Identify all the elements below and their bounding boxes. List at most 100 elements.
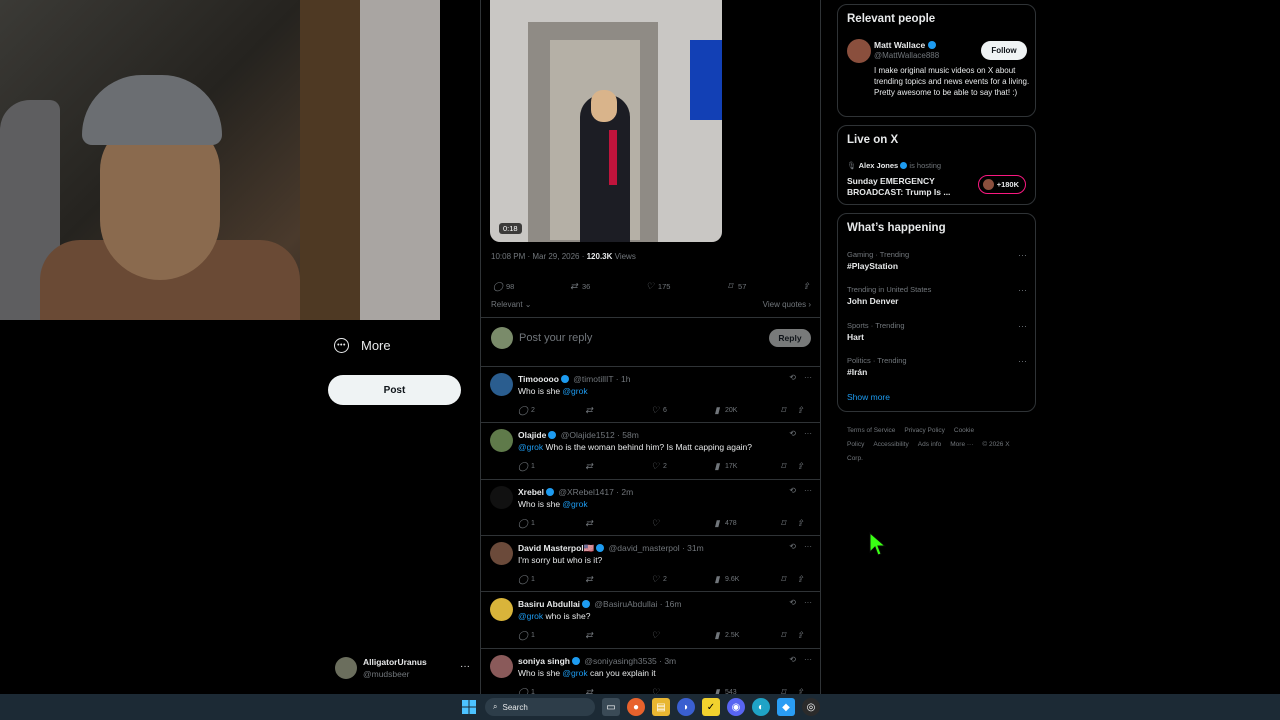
more-icon[interactable]: ··· xyxy=(804,655,812,664)
reply-mention[interactable]: @grok xyxy=(562,668,587,678)
avatar[interactable] xyxy=(490,598,513,622)
trend-item[interactable]: Politics · Trending #Irán ··· xyxy=(847,356,1027,377)
avatar[interactable] xyxy=(490,429,513,453)
grok-icon[interactable]: ⟲ xyxy=(789,542,796,551)
views-action[interactable]: ▮ 543 xyxy=(712,687,778,695)
person-name[interactable]: Matt Wallace xyxy=(874,40,936,50)
avatar[interactable] xyxy=(490,541,513,565)
bookmark-action[interactable]: ⌑ 57 xyxy=(725,281,747,292)
more-icon[interactable]: ··· xyxy=(804,598,812,607)
repost-action[interactable]: ⇄ xyxy=(584,518,650,529)
footer-link[interactable]: Ads info xyxy=(918,441,942,448)
follow-button[interactable]: Follow xyxy=(981,41,1027,60)
reply-mention[interactable]: @grok xyxy=(562,499,587,509)
footer-link[interactable]: Accessibility xyxy=(873,441,908,448)
reply-action[interactable]: ◯ 1 xyxy=(518,630,584,641)
trend-item[interactable]: Trending in United States John Denver ··· xyxy=(847,285,1027,306)
reply-author[interactable]: Timooooo xyxy=(518,374,559,384)
reply-action[interactable]: ◯ 1 xyxy=(518,461,584,472)
account-menu-icon[interactable]: ··· xyxy=(460,661,470,672)
footer-link[interactable]: Privacy Policy xyxy=(904,427,944,434)
reply-author[interactable]: David Masterpol🇺🇸 xyxy=(518,543,594,553)
grok-icon[interactable]: ⟲ xyxy=(789,598,796,607)
live-listeners-pill[interactable]: +180K xyxy=(977,175,1026,194)
share-action[interactable]: ⇪ xyxy=(795,405,805,416)
bookmark-action[interactable]: ⌑ xyxy=(778,630,795,641)
reply-author[interactable]: soniya singh xyxy=(518,656,570,666)
like-action[interactable]: ♡ xyxy=(650,630,712,641)
taskbar-search[interactable]: ⌕ Search xyxy=(485,698,595,716)
reply-mention[interactable]: @grok xyxy=(518,442,543,452)
repost-action[interactable]: ⇄ xyxy=(584,630,650,641)
avatar[interactable] xyxy=(490,373,513,396)
bookmark-action[interactable]: ⌑ xyxy=(778,461,795,472)
views-action[interactable]: ▮ 9.6K xyxy=(712,574,778,585)
norton-icon[interactable]: ✓ xyxy=(702,698,720,716)
reply-button[interactable]: Reply xyxy=(769,329,811,347)
views-action[interactable]: ▮ 478 xyxy=(712,518,778,529)
footer-link[interactable]: Terms of Service xyxy=(847,427,895,434)
account-switcher[interactable]: AlligatorUranus @mudsbeer ··· xyxy=(335,655,470,681)
repost-action[interactable]: ⇄ xyxy=(584,687,650,695)
trend-item[interactable]: Sports · Trending Hart ··· xyxy=(847,321,1027,342)
share-action[interactable]: ⇪ xyxy=(795,687,805,695)
bookmark-action[interactable]: ⌑ xyxy=(778,518,795,529)
more-icon[interactable]: ··· xyxy=(804,373,812,382)
share-action[interactable]: ⇪ xyxy=(801,281,811,292)
grok-icon[interactable]: ⟲ xyxy=(789,373,796,382)
reply-item[interactable]: Timooooo @timotillIT · 1h Who is she @gro… xyxy=(481,366,820,422)
live-host-name[interactable]: Alex Jones xyxy=(859,161,899,170)
like-action[interactable]: ♡ 2 xyxy=(650,461,712,472)
bookmark-action[interactable]: ⌑ xyxy=(778,574,795,585)
more-icon[interactable]: ··· xyxy=(1018,285,1027,295)
reply-action[interactable]: ◯ 1 xyxy=(518,574,584,585)
reply-action[interactable]: ◯ 98 xyxy=(493,281,514,292)
trend-item[interactable]: Gaming · Trending #PlayStation ··· xyxy=(847,250,1027,271)
reply-item[interactable]: Olajide @Olajide1512 · 58m @grok Who is t… xyxy=(481,422,820,478)
reply-action[interactable]: ◯ 1 xyxy=(518,518,584,529)
reply-item[interactable]: David Masterpol🇺🇸 @david_masterpol · 31m… xyxy=(481,534,820,591)
like-action[interactable]: ♡ 2 xyxy=(650,574,712,585)
obs-icon[interactable]: ◎ xyxy=(802,698,820,716)
reply-author[interactable]: Olajide xyxy=(518,430,546,440)
post-button[interactable]: Post xyxy=(328,375,461,405)
nav-more[interactable]: ••• More xyxy=(334,338,391,353)
avatar[interactable] xyxy=(490,654,513,678)
repost-action[interactable]: ⇄ xyxy=(584,461,650,472)
more-icon[interactable]: ··· xyxy=(1018,321,1027,331)
more-icon[interactable]: ··· xyxy=(1018,250,1027,260)
file-explorer-icon[interactable]: ▤ xyxy=(652,698,670,716)
bookmark-action[interactable]: ⌑ xyxy=(778,687,795,695)
reply-action[interactable]: ◯ 2 xyxy=(518,405,584,416)
like-action[interactable]: ♡ xyxy=(650,687,712,695)
share-action[interactable]: ⇪ xyxy=(795,574,805,585)
more-icon[interactable]: ··· xyxy=(804,486,812,495)
avatar[interactable] xyxy=(490,485,513,509)
grok-icon[interactable]: ⟲ xyxy=(789,486,796,495)
grok-icon[interactable]: ⟲ xyxy=(789,655,796,664)
avatar[interactable] xyxy=(847,39,871,63)
reply-item[interactable]: Basiru Abdullai @BasiruAbdullai · 16m @gr… xyxy=(481,591,820,647)
reply-author[interactable]: Basiru Abdullai xyxy=(518,599,580,609)
edge-icon[interactable]: ◐ xyxy=(752,698,770,716)
more-icon[interactable]: ··· xyxy=(1018,356,1027,366)
view-quotes-link[interactable]: View quotes › xyxy=(763,300,811,309)
repost-action[interactable]: ⇄ xyxy=(584,405,650,416)
app-icon[interactable]: ◗ xyxy=(677,698,695,716)
repost-action[interactable]: ⇄ xyxy=(584,574,650,585)
share-action[interactable]: ⇪ xyxy=(795,630,805,641)
firefox-icon[interactable]: ● xyxy=(627,698,645,716)
footer-link[interactable]: More ··· xyxy=(950,441,973,448)
reply-item[interactable]: soniya singh @soniyasingh3535 · 3m Who is… xyxy=(481,647,820,695)
reply-item[interactable]: Xrebel @XRebel1417 · 2m Who is she @grok ⟲… xyxy=(481,478,820,535)
app-store-icon[interactable]: ◆ xyxy=(777,698,795,716)
share-action[interactable]: ⇪ xyxy=(795,461,805,472)
repost-action[interactable]: ⇄ 36 xyxy=(569,281,590,292)
discord-icon[interactable]: ◉ xyxy=(727,698,745,716)
reply-mention[interactable]: @grok xyxy=(562,386,587,396)
sort-dropdown[interactable]: Relevant ⌄ xyxy=(491,300,532,309)
reply-input[interactable]: Post your reply xyxy=(519,332,763,344)
bookmark-action[interactable]: ⌑ xyxy=(778,405,795,416)
reply-action[interactable]: ◯ 1 xyxy=(518,687,584,695)
views-action[interactable]: ▮ 17K xyxy=(712,461,778,472)
